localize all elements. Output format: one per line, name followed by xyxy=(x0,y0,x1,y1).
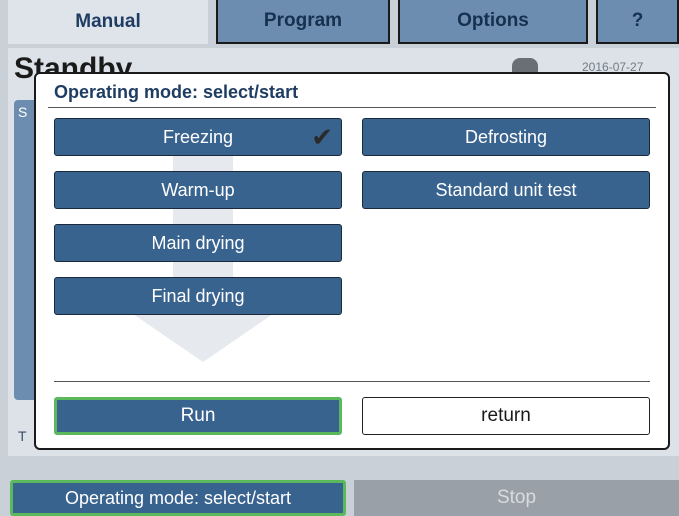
down-arrow-icon xyxy=(133,314,273,362)
mode-button-freezing[interactable]: Freezing ✔ xyxy=(54,118,342,156)
tab-bar: Manual Program Options ? xyxy=(0,0,679,48)
mode-label: Main drying xyxy=(151,232,245,253)
divider xyxy=(48,107,656,108)
return-button[interactable]: return xyxy=(362,397,650,435)
background-sidebar xyxy=(14,100,36,400)
mode-label: Freezing xyxy=(162,126,234,147)
checkmark-icon: ✔ xyxy=(311,122,333,152)
dialog-title: Operating mode: select/start xyxy=(54,82,299,102)
background-bottom-label: T xyxy=(18,428,27,444)
mode-label: Final drying xyxy=(151,285,245,306)
divider xyxy=(54,381,650,382)
run-button[interactable]: Run xyxy=(54,397,342,435)
tab-options[interactable]: Options xyxy=(398,0,588,44)
mode-button-standard-unit-test[interactable]: Standard unit test xyxy=(362,171,650,209)
mode-button-main-drying[interactable]: Main drying xyxy=(54,224,342,262)
mode-button-defrosting[interactable]: Defrosting xyxy=(362,118,650,156)
stop-button[interactable]: Stop xyxy=(354,480,679,516)
tab-manual[interactable]: Manual xyxy=(8,0,208,44)
operating-mode-status-button[interactable]: Operating mode: select/start xyxy=(10,480,346,516)
mode-button-final-drying[interactable]: Final drying xyxy=(54,277,342,315)
mode-label: Standard unit test xyxy=(435,179,577,200)
tab-program[interactable]: Program xyxy=(216,0,390,44)
operating-mode-dialog: Operating mode: select/start Freezing ✔ … xyxy=(34,72,670,450)
sidebar-label: S xyxy=(18,104,28,120)
tab-help[interactable]: ? xyxy=(596,0,679,44)
mode-label: Warm-up xyxy=(161,179,235,200)
mode-label: Defrosting xyxy=(464,126,548,147)
mode-button-warm-up[interactable]: Warm-up xyxy=(54,171,342,209)
